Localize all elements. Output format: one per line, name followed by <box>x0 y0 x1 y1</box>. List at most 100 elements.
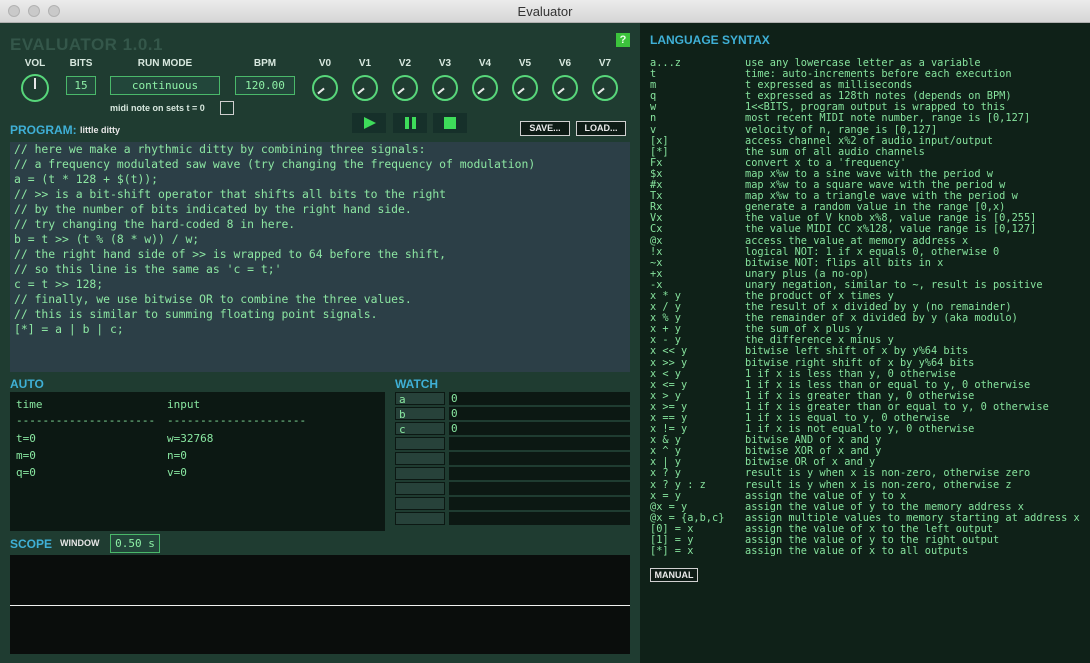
watch-value-cell: 0 <box>449 422 630 435</box>
auto-col-input: input <box>167 398 201 411</box>
bpm-input[interactable]: 120.00 <box>235 76 295 95</box>
help-button[interactable]: ? <box>616 33 630 47</box>
play-icon <box>364 117 376 129</box>
window-title: Evaluator <box>517 4 573 19</box>
knob-label-v6: V6 <box>558 58 572 69</box>
knob-label-v3: V3 <box>438 58 452 69</box>
save-button[interactable]: SAVE... <box>520 121 570 136</box>
knob-label-v4: V4 <box>478 58 492 69</box>
code-line: // by the number of bits indicated by th… <box>14 202 412 216</box>
scope-window-label: WINDOW <box>60 538 100 548</box>
watch-value-cell <box>449 482 630 495</box>
watch-value-cell: 0 <box>449 407 630 420</box>
syntax-row: t time: auto-increments before each execu… <box>650 68 1012 80</box>
stop-icon <box>444 117 456 129</box>
code-line: a = (t * 128 + $(t)); <box>14 172 159 186</box>
code-line: // finally, we use bitwise OR to combine… <box>14 292 412 306</box>
code-line: // so this line is the same as 'c = t;' <box>14 262 282 276</box>
code-line: // a frequency modulated saw wave (try c… <box>14 157 536 171</box>
stop-button[interactable] <box>433 113 467 133</box>
watch-var-cell[interactable]: c <box>395 422 445 436</box>
watch-value-cell <box>449 437 630 450</box>
knob-v4[interactable] <box>472 75 498 101</box>
manual-button[interactable]: MANUAL <box>650 568 698 582</box>
watch-var-cell[interactable] <box>395 497 445 510</box>
scope-display <box>10 555 630 654</box>
midi-note-reset-checkbox[interactable] <box>220 101 234 115</box>
syntax-list: a...z use any lowercase letter as a varia… <box>650 57 1080 557</box>
knob-v7[interactable] <box>592 75 618 101</box>
syntax-description: access the value at memory address x <box>745 234 969 247</box>
app-title: EVALUATOR 1.0.1 <box>10 35 163 54</box>
watch-var-cell[interactable] <box>395 452 445 465</box>
code-line: [*] = a | b | c; <box>14 322 124 336</box>
window-titlebar: Evaluator <box>0 0 1090 23</box>
load-button[interactable]: LOAD... <box>576 121 626 136</box>
syntax-description: bitwise right shift of x by y%64 bits <box>745 356 975 369</box>
syntax-description: most recent MIDI note number, range is [… <box>745 112 1031 125</box>
watch-table: a 0 b 0 c 0 <box>395 392 630 531</box>
run-mode-select[interactable]: continuous <box>110 76 220 95</box>
pause-button[interactable] <box>393 113 427 133</box>
auto-value: q=0 <box>16 466 36 479</box>
auto-panel: time input --------------------- -------… <box>10 392 385 531</box>
code-line: // this is similar to summing floating p… <box>14 307 378 321</box>
program-name: little ditty <box>80 125 120 135</box>
syntax-description: result is y when x is non-zero, otherwis… <box>745 478 1012 491</box>
knob-v1[interactable] <box>352 75 378 101</box>
auto-label: AUTO <box>10 377 44 391</box>
auto-separator: --------------------- <box>167 414 307 427</box>
watch-value-cell <box>449 512 630 525</box>
vol-label: VOL <box>24 58 46 69</box>
knob-v6[interactable] <box>552 75 578 101</box>
bpm-label: BPM <box>253 58 277 69</box>
knob-v2[interactable] <box>392 75 418 101</box>
program-label: PROGRAM: <box>10 123 77 137</box>
auto-value: t=0 <box>16 432 36 445</box>
watch-value-cell <box>449 467 630 480</box>
knob-label-v2: V2 <box>398 58 412 69</box>
knob-label-v5: V5 <box>518 58 532 69</box>
syntax-row: a...z use any lowercase letter as a varia… <box>650 57 981 69</box>
syntax-row: w 1<<BITS, program output is wrapped to t… <box>650 102 1005 113</box>
syntax-description: bitwise left shift of x by y%64 bits <box>745 345 969 358</box>
knob-label-v0: V0 <box>318 58 332 69</box>
scope-window-input[interactable]: 0.50 s <box>110 534 160 553</box>
syntax-description: the value MIDI CC x%128, value range is … <box>745 223 1037 236</box>
pause-icon <box>405 117 416 129</box>
code-line: // the right hand side of >> is wrapped … <box>14 247 447 261</box>
watch-var-cell[interactable] <box>395 512 445 525</box>
knob-label-v1: V1 <box>358 58 372 69</box>
knob-label-v7: V7 <box>598 58 612 69</box>
watch-value-cell <box>449 497 630 510</box>
watch-label: WATCH <box>395 377 439 391</box>
knob-v0[interactable] <box>312 75 338 101</box>
scope-trace <box>10 605 630 606</box>
auto-col-time: time <box>16 398 43 411</box>
program-editor[interactable]: // here we make a rhythmic ditty by comb… <box>10 142 630 372</box>
syntax-description: assign the value of x to all outputs <box>745 545 969 558</box>
knob-v3[interactable] <box>432 75 458 101</box>
vol-knob[interactable] <box>21 74 49 102</box>
code-line: // here we make a rhythmic ditty by comb… <box>14 142 426 156</box>
syntax-title: LANGUAGE SYNTAX <box>650 33 770 47</box>
syntax-row: mt expressed as milliseconds <box>650 80 912 91</box>
watch-var-cell[interactable] <box>395 437 445 450</box>
main-panel: EVALUATOR 1.0.1 ? VOL BITS 15 RUN MODE c… <box>0 23 640 663</box>
play-button[interactable] <box>352 113 386 133</box>
watch-var-cell[interactable]: b <box>395 407 445 421</box>
code-line: // try changing the hard-coded 8 in here… <box>14 217 296 231</box>
syntax-row: [*] = x assign the value of x to all outp… <box>650 546 968 557</box>
syntax-row: n most recent MIDI note number, range is … <box>650 113 1030 124</box>
watch-var-cell[interactable]: a <box>395 392 445 406</box>
syntax-description: result is y when x is non-zero, otherwis… <box>745 467 1031 480</box>
midi-note-reset-label: midi note on sets t = 0 <box>110 103 205 113</box>
syntax-row: qt expressed as 128th notes (depends on … <box>650 91 1012 102</box>
auto-value: w=32768 <box>167 432 214 445</box>
scope-label: SCOPE <box>10 537 53 551</box>
knob-v5[interactable] <box>512 75 538 101</box>
bits-input[interactable]: 15 <box>66 76 96 95</box>
watch-var-cell[interactable] <box>395 467 445 480</box>
code-line: // >> is a bit-shift operator that shift… <box>14 187 447 201</box>
watch-var-cell[interactable] <box>395 482 445 495</box>
